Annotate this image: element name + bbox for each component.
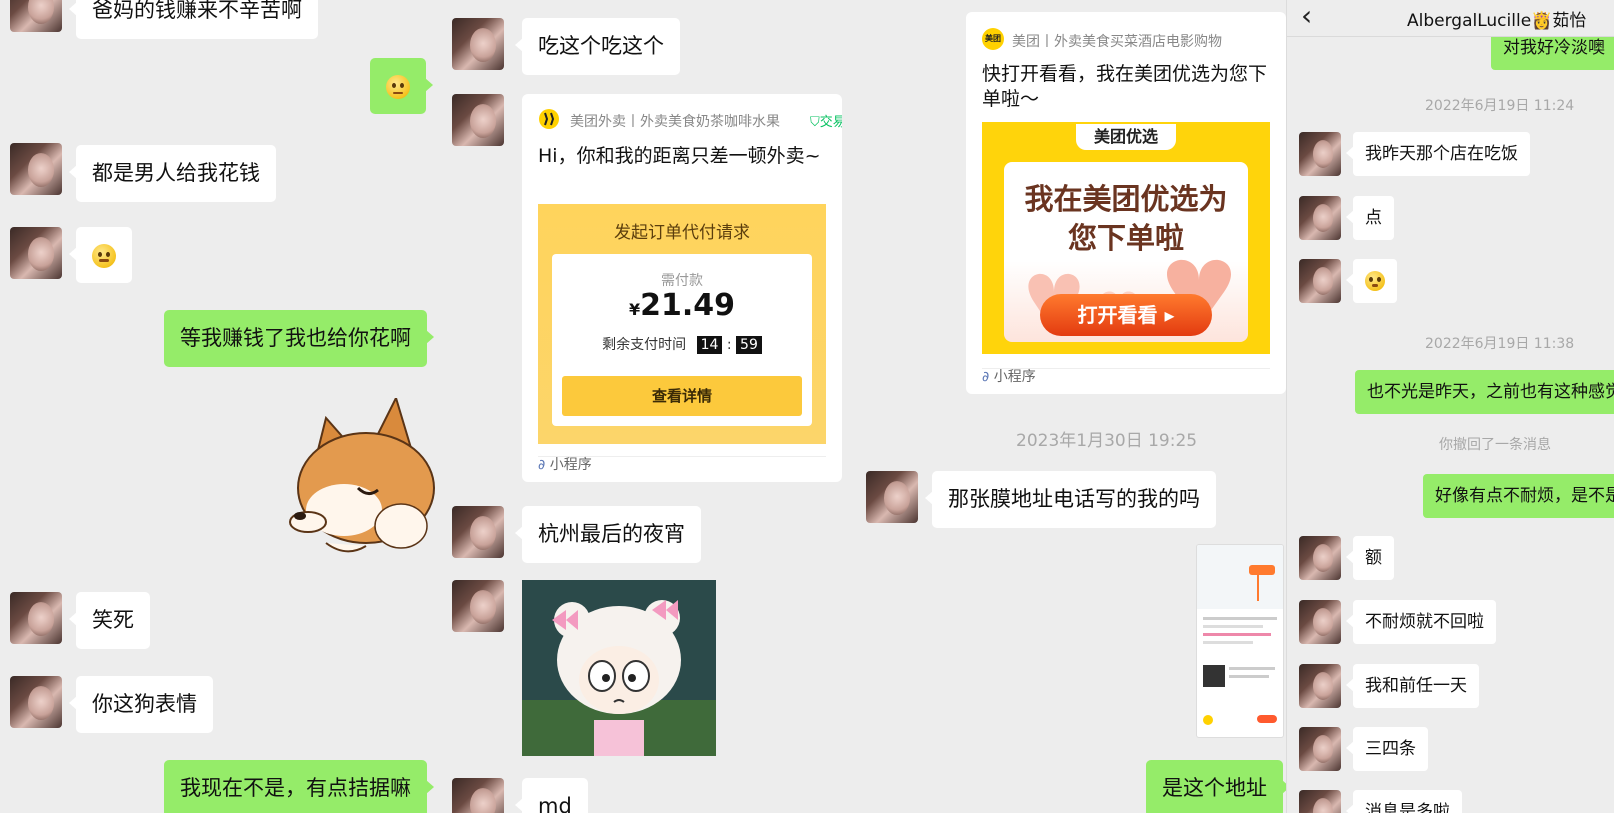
card-source: 美团丨外卖美食买菜酒店电影购物 — [1012, 34, 1222, 50]
view-details-button[interactable]: 查看详情 — [562, 376, 802, 416]
recall-notice: 你撤回了一条消息 — [1439, 437, 1551, 453]
message-bubble-emoji[interactable] — [69, 227, 132, 283]
back-arrow-icon[interactable]: ‹ — [1301, 0, 1312, 32]
contact-avatar[interactable] — [1299, 259, 1341, 303]
message-bubble[interactable]: 吃这个吃这个 — [515, 18, 680, 76]
contact-avatar[interactable] — [452, 94, 504, 146]
message-bubble[interactable]: 我和前任一天 — [1346, 664, 1479, 709]
meituan-logo-icon: 美团 — [982, 28, 1004, 50]
contact-avatar[interactable] — [1299, 727, 1341, 771]
flushed-face-icon — [1365, 271, 1385, 291]
chat-column-4: 对我好冷淡噢 ‹ AlbergalLucille👸茹怡 2022年6月19日 1… — [1286, 0, 1614, 813]
timestamp: 2022年6月19日 11:38 — [1425, 336, 1575, 352]
payment-inner: 需付款 ¥21.49 剩余支付时间 14 : 59 查看详情 — [552, 254, 812, 426]
chat-column-1: 爸妈的钱赚来不辛苦啊 都是男人给我花钱 等我赚钱了我也给你花啊 笑死 你这狗表情… — [0, 0, 440, 813]
contact-avatar[interactable] — [10, 676, 62, 728]
chat-column-2: 吃这个吃这个 美团外卖丨外卖美食奶茶咖啡水果 ⛉交易 Hi，你和我的距离只差一顿… — [440, 0, 850, 813]
chat-title: AlbergalLucille👸茹怡 — [1407, 11, 1587, 31]
contact-avatar[interactable] — [452, 778, 504, 813]
message-bubble[interactable]: 爸妈的钱赚来不辛苦啊 — [69, 0, 318, 40]
contact-avatar[interactable] — [452, 18, 504, 70]
message-bubble[interactable]: 等我赚钱了我也给你花啊 — [164, 310, 434, 368]
map-screenshot-thumbnail[interactable] — [1196, 544, 1284, 738]
miniprogram-footer: ∂ 小程序 — [982, 369, 1036, 385]
link-icon: ∂ — [538, 457, 546, 473]
message-bubble[interactable]: 不耐烦就不回啦 — [1346, 600, 1496, 645]
message-bubble[interactable]: md — [515, 778, 588, 813]
banner-headline: 我在美团优选为 您下单啦 — [1024, 182, 1228, 256]
countdown: 剩余支付时间 14 : 59 — [552, 334, 812, 354]
contact-avatar[interactable] — [866, 471, 918, 523]
verified-badge: ⛉交易 — [810, 115, 842, 130]
message-bubble-emoji[interactable] — [1346, 259, 1397, 303]
youxuan-brand: 美团优选 — [1076, 124, 1176, 150]
contact-avatar[interactable] — [10, 592, 62, 644]
card-title: Hi，你和我的距离只差一顿外卖~ — [538, 145, 821, 167]
message-bubble[interactable]: 三四条 — [1346, 727, 1428, 772]
message-bubble[interactable]: 好像有点不耐烦，是不是 — [1423, 474, 1614, 519]
contact-avatar[interactable] — [452, 506, 504, 558]
chat-column-3: 美团 美团丨外卖美食买菜酒店电影购物 快打开看看，我在美团优选为您下单啦～ 美团… — [850, 0, 1286, 813]
youxuan-banner: 美团优选 我在美团优选为 您下单啦 打开看看 ▸ — [982, 122, 1270, 354]
contact-avatar[interactable] — [1299, 664, 1341, 708]
message-bubble[interactable]: 点 — [1346, 196, 1394, 241]
shiba-dog-sticker[interactable] — [286, 398, 436, 564]
timestamp: 2023年1月30日 19:25 — [1016, 431, 1198, 451]
miniprogram-card-waimai[interactable]: 美团外卖丨外卖美食奶茶咖啡水果 ⛉交易 Hi，你和我的距离只差一顿外卖~ 发起订… — [522, 94, 842, 482]
message-bubble[interactable]: 是这个地址 — [1146, 760, 1286, 813]
contact-avatar[interactable] — [1299, 790, 1341, 813]
card-title: 快打开看看，我在美团优选为您下单啦～ — [982, 63, 1268, 110]
message-bubble[interactable]: 那张膜地址电话写的我的吗 — [925, 471, 1216, 529]
amount-label: 需付款 — [661, 273, 703, 289]
kangaroo-logo-icon — [539, 109, 559, 129]
contact-avatar[interactable] — [1299, 132, 1341, 176]
message-bubble[interactable]: 都是男人给我花钱 — [69, 145, 276, 203]
contact-avatar[interactable] — [10, 143, 62, 195]
miniprogram-card-youxuan[interactable]: 美团 美团丨外卖美食买菜酒店电影购物 快打开看看，我在美团优选为您下单啦～ 美团… — [966, 12, 1286, 394]
smile-face-icon — [92, 244, 116, 268]
message-bubble[interactable]: 我现在不是，有点拮据嘛 — [164, 760, 434, 813]
message-bubble[interactable]: 消息是多啦 — [1346, 790, 1462, 813]
chat-header: ‹ AlbergalLucille👸茹怡 — [1287, 0, 1614, 37]
message-bubble[interactable]: 也不光是昨天，之前也有这种感觉 — [1355, 370, 1614, 415]
shield-check-icon: ⛉ — [810, 115, 820, 130]
message-bubble[interactable]: 额 — [1346, 536, 1394, 581]
contact-avatar[interactable] — [1299, 536, 1341, 580]
contact-avatar[interactable] — [10, 227, 62, 279]
card-source: 美团外卖丨外卖美食奶茶咖啡水果 — [570, 114, 780, 130]
panel-title: 发起订单代付请求 — [614, 223, 750, 243]
contact-avatar[interactable] — [452, 580, 504, 632]
amount: ¥21.49 — [628, 288, 736, 323]
message-bubble-emoji[interactable] — [370, 58, 433, 114]
contact-avatar[interactable] — [1299, 600, 1341, 644]
link-icon: ∂ — [982, 369, 990, 385]
contact-avatar[interactable] — [1299, 196, 1341, 240]
message-bubble[interactable]: 我昨天那个店在吃饭 — [1346, 132, 1530, 177]
payment-panel: 发起订单代付请求 需付款 ¥21.49 剩余支付时间 14 : 59 查看详情 — [538, 204, 826, 444]
contact-avatar[interactable] — [10, 0, 62, 32]
timestamp: 2022年6月19日 11:24 — [1425, 98, 1575, 114]
pretty-goat-sticker[interactable] — [522, 580, 716, 756]
message-bubble[interactable]: 笑死 — [69, 592, 150, 650]
chevron-right-icon: ▸ — [1164, 303, 1175, 327]
message-bubble[interactable]: 你这狗表情 — [69, 676, 213, 734]
message-bubble[interactable]: 杭州最后的夜宵 — [515, 506, 701, 564]
sad-face-icon — [386, 75, 410, 99]
open-look-button[interactable]: 打开看看 ▸ — [1040, 294, 1212, 336]
miniprogram-footer: ∂ 小程序 — [538, 457, 592, 473]
